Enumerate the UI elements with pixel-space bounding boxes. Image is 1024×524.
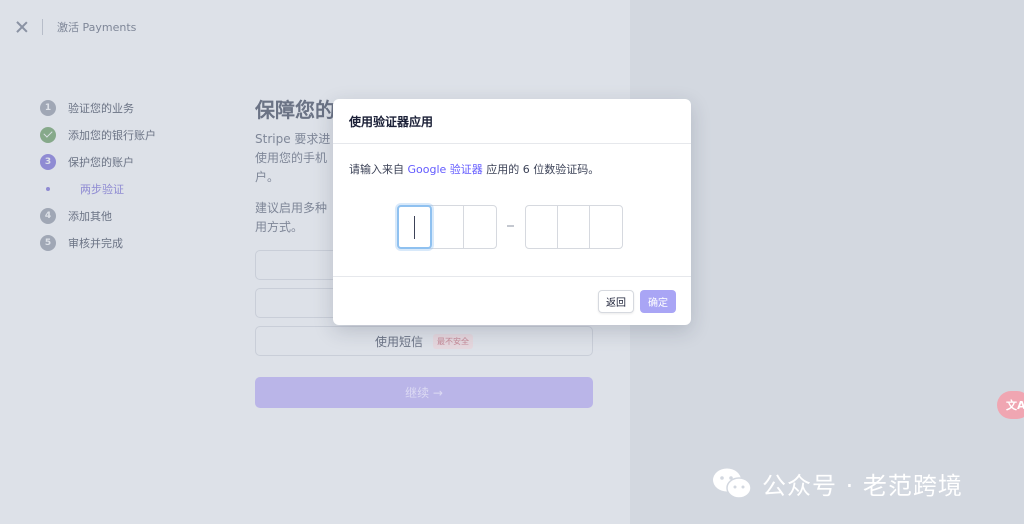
step-label: 保护您的账户 xyxy=(68,155,134,169)
close-icon[interactable] xyxy=(14,19,30,35)
wechat-icon xyxy=(713,468,752,499)
continue-button[interactable]: 继续 → xyxy=(255,377,593,408)
code-digit-6-input[interactable] xyxy=(590,206,622,248)
dialog-title: 使用验证器应用 xyxy=(333,99,691,144)
option-sms[interactable]: 使用短信 最不安全 xyxy=(255,326,593,356)
watermark: 公众号 · 老范跨境 xyxy=(712,466,963,501)
step-label: 审核并完成 xyxy=(68,236,123,250)
check-circle-icon xyxy=(40,126,56,143)
code-digit-1-input[interactable] xyxy=(397,205,432,249)
code-digit-5-input[interactable] xyxy=(558,206,590,248)
back-button[interactable]: 返回 xyxy=(598,290,634,313)
code-separator xyxy=(507,225,514,227)
translate-icon[interactable]: 文A xyxy=(997,391,1024,419)
least-secure-badge: 最不安全 xyxy=(433,333,473,349)
step-label: 验证您的业务 xyxy=(68,101,134,115)
step-number: 3 xyxy=(40,153,56,170)
topbar-divider xyxy=(42,19,43,35)
code-group-first xyxy=(397,205,497,249)
desc-suffix: 应用的 6 位数验证码。 xyxy=(486,163,600,176)
dialog-footer xyxy=(333,276,691,325)
step-label: 两步验证 xyxy=(80,182,124,196)
step-protect-account[interactable]: 3 保护您的账户 xyxy=(40,148,156,175)
sms-label: 使用短信 xyxy=(374,334,423,349)
code-group-second xyxy=(525,205,623,249)
code-digit-2-input[interactable] xyxy=(432,206,464,248)
step-review-finish[interactable]: 5 审核并完成 xyxy=(40,229,156,256)
step-number: 5 xyxy=(40,234,56,251)
topbar: 激活 Payments xyxy=(0,0,1024,54)
step-bank-account[interactable]: 添加您的银行账户 xyxy=(40,121,156,148)
substep-two-factor[interactable]: 两步验证 xyxy=(40,175,156,202)
step-label: 添加其他 xyxy=(68,209,112,223)
topbar-title: 激活 Payments xyxy=(57,21,137,34)
watermark-text: 公众号 · 老范跨境 xyxy=(762,472,963,500)
step-verify-business[interactable]: 1 验证您的业务 xyxy=(40,94,156,121)
step-label: 添加您的银行账户 xyxy=(68,128,156,142)
code-digit-4-input[interactable] xyxy=(526,206,558,248)
desc-prefix: 请输入来自 xyxy=(349,163,404,176)
authenticator-dialog: 使用验证器应用 请输入来自 Google 验证器 应用的 6 位数验证码。 返回… xyxy=(333,99,691,325)
dialog-description: 请输入来自 Google 验证器 应用的 6 位数验证码。 xyxy=(349,161,599,177)
step-add-other[interactable]: 4 添加其他 xyxy=(40,202,156,229)
step-number: 4 xyxy=(40,207,56,224)
google-authenticator-link[interactable]: Google 验证器 xyxy=(408,163,483,176)
code-digit-3-input[interactable] xyxy=(464,206,496,248)
confirm-button[interactable]: 确定 xyxy=(640,290,676,313)
step-number: 1 xyxy=(40,99,56,116)
steps-sidebar: 1 验证您的业务 添加您的银行账户 3 保护您的账户 两步验证 4 添加其他 5… xyxy=(40,94,156,256)
